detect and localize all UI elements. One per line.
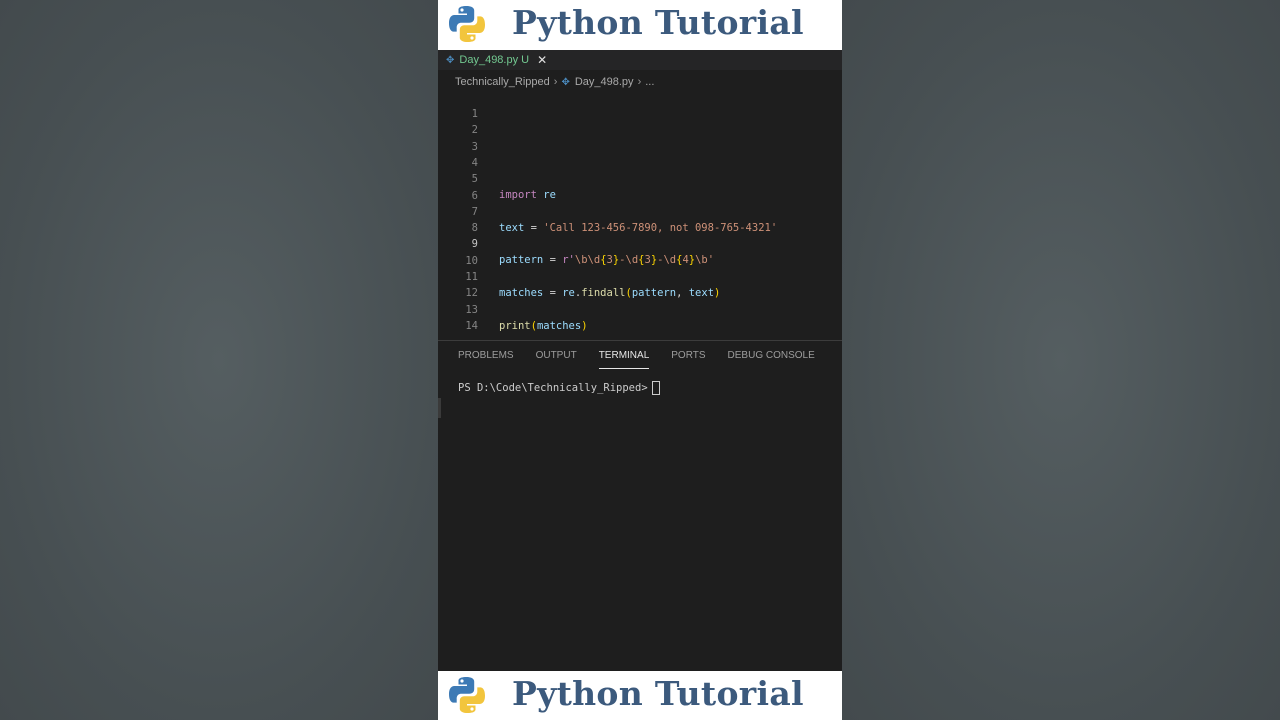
editor-tab-bar: ✥ Day_498.py U ✕ [438, 50, 842, 70]
code-line: 8 [438, 204, 842, 234]
code-line: 14 [438, 302, 842, 332]
code-line-active: 9 pattern = r'\b\d{3}-\d{3}-\d{4}\b' [438, 220, 842, 266]
panel-scrollbar[interactable] [438, 398, 441, 418]
breadcrumb: Technically_Ripped › ✥ Day_498.py › ... [455, 72, 654, 92]
tab-ports[interactable]: PORTS [671, 349, 705, 369]
code-line: 5 import re [438, 155, 842, 201]
line-number: 14 [465, 319, 478, 332]
tab-git-status: U [521, 54, 530, 66]
tab-problems[interactable]: PROBLEMS [458, 349, 514, 369]
tab-debug-console[interactable]: DEBUG CONSOLE [728, 349, 815, 369]
tab-terminal[interactable]: TERMINAL [598, 349, 649, 369]
code-line: 1 [438, 90, 842, 120]
python-logo-icon [449, 677, 485, 713]
code-editor[interactable]: 1 2 3 4 5 import re 6 7 text = 'Call 123… [438, 90, 842, 340]
code-line: 12 [438, 269, 842, 299]
python-logo-icon [449, 6, 485, 42]
tab-day-498[interactable]: ✥ Day_498.py U ✕ [446, 50, 547, 70]
code-line: 6 [438, 172, 842, 202]
python-file-icon: ✥ [446, 54, 455, 66]
code-text: print(matches) [499, 318, 588, 334]
function-print: print [499, 319, 531, 332]
paren-close: ) [581, 319, 588, 332]
code-line: 4 [438, 139, 842, 169]
tab-filename: Day_498.py [459, 54, 519, 66]
chevron-right-icon: › [553, 76, 558, 88]
terminal-prompt-text: PS D:\Code\Technically_Ripped> [458, 382, 648, 394]
banner-title: Python Tutorial [512, 674, 804, 713]
vscode-window: Python Tutorial ✥ Day_498.py U ✕ Technic… [438, 0, 842, 720]
terminal-prompt[interactable]: PS D:\Code\Technically_Ripped> [458, 381, 660, 395]
breadcrumb-folder[interactable]: Technically_Ripped [455, 76, 550, 88]
code-line: 7 text = 'Call 123-456-7890, not 098-765… [438, 188, 842, 234]
panel-tabs: PROBLEMS OUTPUT TERMINAL PORTS DEBUG CON… [458, 349, 837, 369]
code-line: 2 [438, 106, 842, 136]
code-line: 11 matches = re.findall(pattern, text) [438, 253, 842, 299]
banner-title: Python Tutorial [512, 3, 804, 42]
top-banner: Python Tutorial [438, 0, 842, 50]
breadcrumb-file[interactable]: Day_498.py [575, 76, 634, 88]
python-file-icon: ✥ [561, 76, 570, 88]
argument: matches [536, 319, 582, 332]
background-right [842, 0, 1280, 720]
breadcrumb-more[interactable]: ... [645, 76, 654, 88]
tab-output[interactable]: OUTPUT [536, 349, 577, 369]
bottom-panel: PROBLEMS OUTPUT TERMINAL PORTS DEBUG CON… [438, 340, 842, 672]
code-line: 3 [438, 123, 842, 153]
close-icon[interactable]: ✕ [537, 53, 547, 67]
bottom-banner: Python Tutorial [438, 671, 842, 720]
background-left [0, 0, 438, 720]
code-line: 10 [438, 237, 842, 267]
terminal-cursor [651, 381, 660, 395]
chevron-right-icon: › [637, 76, 642, 88]
code-line: 13 print(matches) [438, 286, 842, 332]
